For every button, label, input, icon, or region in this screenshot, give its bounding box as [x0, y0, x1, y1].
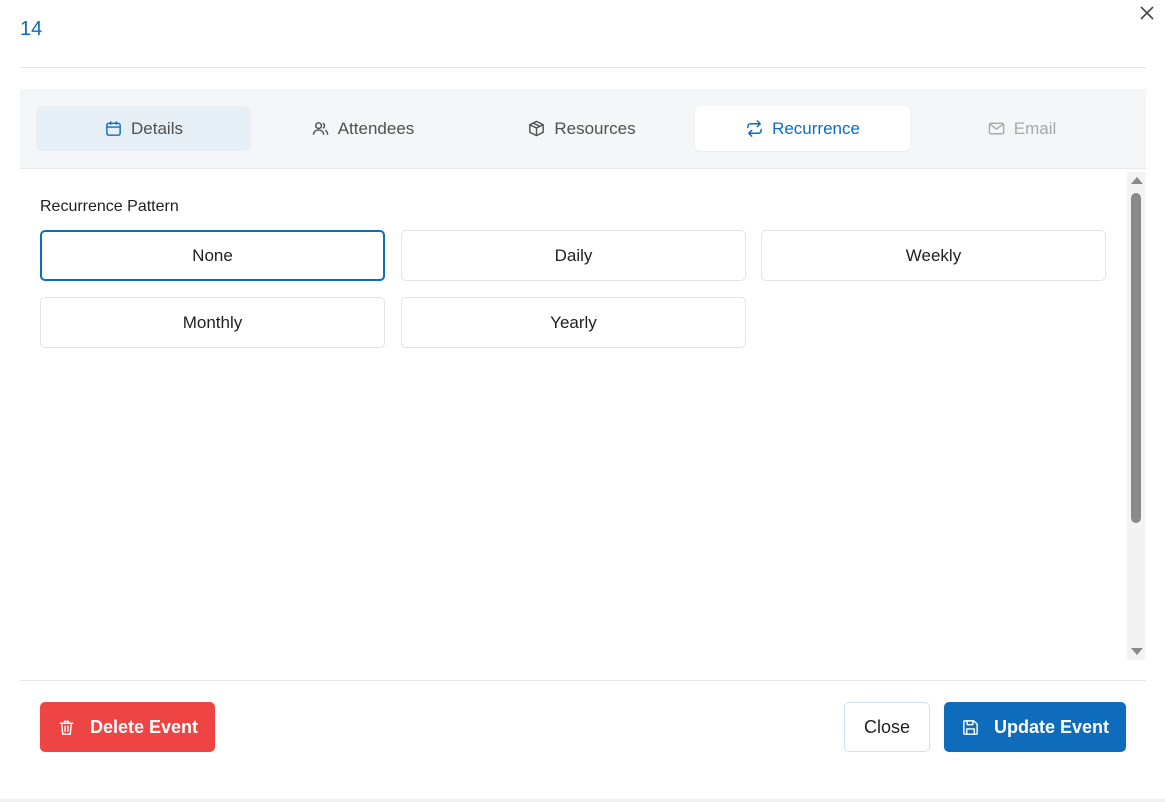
tab-attendees[interactable]: Attendees — [255, 106, 470, 151]
recurrence-option-none[interactable]: None — [40, 230, 385, 281]
delete-event-button[interactable]: Delete Event — [40, 702, 215, 752]
tab-label: Attendees — [337, 118, 415, 138]
trash-icon — [59, 720, 74, 735]
tab-details[interactable]: Details — [36, 106, 251, 151]
vertical-scrollbar[interactable] — [1127, 172, 1145, 660]
tab-label: Email — [1013, 118, 1057, 138]
recurrence-pattern-label: Recurrence Pattern — [40, 198, 179, 215]
tab-label: Resources — [554, 118, 636, 138]
recurrence-panel: Recurrence Pattern None Daily Weekly Mon… — [20, 170, 1146, 660]
delete-event-label: Delete Event — [89, 716, 199, 737]
tab-resources[interactable]: Resources — [474, 106, 689, 151]
scroll-down-arrow-icon[interactable] — [1131, 648, 1143, 655]
close-button[interactable]: Close — [844, 702, 930, 752]
footer-divider — [20, 680, 1146, 681]
close-label: Close — [863, 716, 911, 737]
tab-label: Recurrence — [772, 118, 860, 138]
save-icon — [963, 719, 978, 735]
scroll-up-arrow-icon[interactable] — [1131, 177, 1143, 184]
calendar-icon — [106, 121, 121, 136]
update-event-button[interactable]: Update Event — [944, 702, 1126, 752]
tab-recurrence[interactable]: Recurrence — [695, 106, 910, 151]
tab-bar: Details Attendees Resources Recurrence E… — [20, 89, 1146, 169]
update-event-label: Update Event — [993, 716, 1110, 737]
event-dialog: 14 Details Attendees Resources Recurrenc… — [0, 0, 1165, 802]
recurrence-option-monthly[interactable]: Monthly — [40, 297, 385, 348]
tab-email[interactable]: Email — [914, 106, 1129, 151]
box-icon — [529, 120, 545, 137]
close-icon[interactable] — [1136, 2, 1158, 24]
tab-label: Details — [131, 118, 183, 138]
recurrence-option-daily[interactable]: Daily — [401, 230, 746, 281]
scroll-thumb[interactable] — [1131, 193, 1141, 523]
repeat-icon — [747, 120, 762, 137]
mail-icon — [988, 122, 1005, 135]
recurrence-option-weekly[interactable]: Weekly — [761, 230, 1106, 281]
header-divider — [20, 67, 1146, 68]
people-icon — [312, 122, 329, 135]
recurrence-option-yearly[interactable]: Yearly — [401, 297, 746, 348]
dialog-title: 14 — [20, 18, 43, 40]
